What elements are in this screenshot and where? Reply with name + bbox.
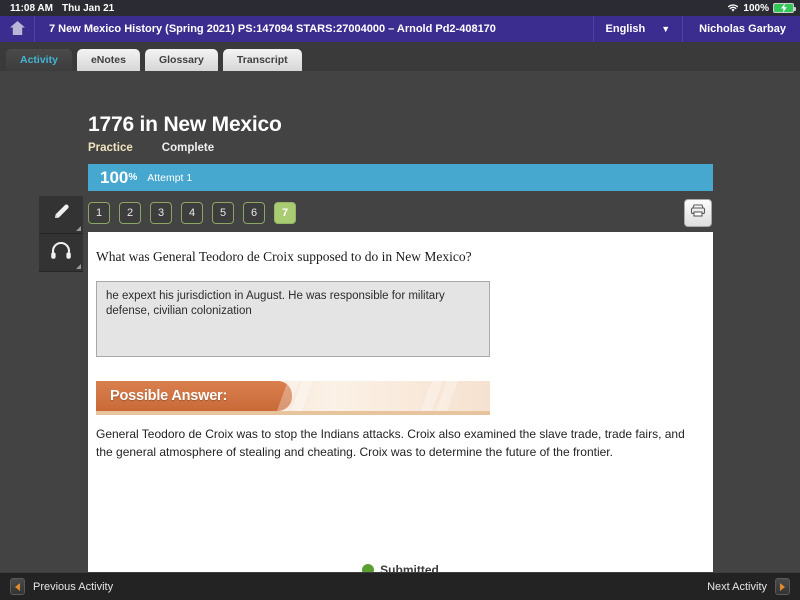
percent-symbol: % — [128, 172, 138, 183]
question-prompt: What was General Teodoro de Croix suppos… — [96, 249, 472, 264]
tab-activity[interactable]: Activity — [6, 49, 72, 71]
headphones-icon — [49, 240, 73, 265]
course-title: 7 New Mexico History (Spring 2021) PS:14… — [49, 23, 496, 35]
question-button-1[interactable]: 1 — [88, 202, 110, 224]
score-progress-bar: 100% Attempt 1 — [88, 164, 713, 191]
tab-glossary[interactable]: Glossary — [144, 49, 218, 71]
home-icon — [9, 20, 26, 39]
submitted-label: Submitted — [380, 563, 439, 572]
tab-transcript-label: Transcript — [236, 54, 288, 66]
previous-activity-button[interactable]: Previous Activity — [10, 578, 113, 595]
tab-strip: Activity eNotes Glossary Transcript — [0, 42, 800, 71]
ios-status-bar: 11:08 AM Thu Jan 21 100% — [0, 0, 800, 16]
tab-enotes-label: eNotes — [90, 54, 126, 66]
question-button-3-label: 3 — [157, 207, 165, 219]
status-bar-date: Thu Jan 21 — [61, 2, 115, 14]
chevron-down-icon: ▼ — [661, 24, 671, 34]
possible-answer-text: General Teodoro de Croix was to stop the… — [96, 427, 685, 459]
home-button[interactable] — [0, 16, 35, 42]
submission-status: Submitted — [88, 563, 713, 572]
printer-icon — [690, 203, 706, 223]
question-button-3[interactable]: 3 — [150, 202, 172, 224]
previous-activity-label: Previous Activity — [33, 580, 114, 593]
question-button-7[interactable]: 7 — [274, 202, 296, 224]
battery-charging-icon — [773, 3, 796, 13]
tab-transcript[interactable]: Transcript — [222, 49, 302, 71]
highlighter-tool-button[interactable] — [39, 196, 83, 234]
tool-rail — [39, 196, 83, 272]
question-button-2-label: 2 — [126, 207, 134, 219]
question-button-6-label: 6 — [250, 207, 258, 219]
question-content-card: What was General Teodoro de Croix suppos… — [88, 232, 713, 572]
question-button-5-label: 5 — [219, 207, 227, 219]
next-activity-label: Next Activity — [707, 580, 767, 593]
activity-stage: 1776 in New Mexico Practice Complete 100… — [0, 71, 800, 572]
activity-meta: Practice Complete — [88, 142, 214, 154]
app-header: 7 New Mexico History (Spring 2021) PS:14… — [0, 16, 800, 42]
question-button-4[interactable]: 4 — [181, 202, 203, 224]
bottom-navigation-bar: Previous Activity Next Activity — [0, 572, 800, 600]
question-button-6[interactable]: 6 — [243, 202, 265, 224]
possible-answer-banner: Possible Answer: — [96, 381, 490, 411]
arrow-right-icon — [775, 578, 790, 595]
tab-enotes[interactable]: eNotes — [76, 49, 140, 71]
question-button-5[interactable]: 5 — [212, 202, 234, 224]
battery-percent-label: 100% — [743, 2, 769, 14]
header-right-group: English ▼ Nicholas Garbay — [592, 16, 800, 42]
banner-underline — [96, 411, 490, 415]
attempt-label: Attempt 1 — [147, 171, 193, 184]
activity-status-label: Complete — [161, 142, 215, 154]
tab-glossary-label: Glossary — [158, 54, 204, 66]
audio-tool-button[interactable] — [39, 234, 83, 272]
tab-activity-label: Activity — [20, 54, 58, 66]
question-number-nav: 1 2 3 4 5 6 7 — [88, 202, 296, 224]
page-title: 1776 in New Mexico — [88, 113, 282, 136]
arrow-left-icon — [10, 578, 25, 595]
language-label: English — [605, 23, 646, 35]
next-activity-button[interactable]: Next Activity — [707, 578, 790, 595]
user-name-label[interactable]: Nicholas Garbay — [683, 23, 800, 35]
language-selector[interactable]: English ▼ — [592, 16, 684, 42]
score-value: 100 — [100, 167, 129, 187]
status-bar-time: 11:08 AM — [10, 2, 53, 14]
print-button[interactable] — [684, 199, 712, 227]
status-bar-indicators: 100% — [727, 2, 796, 14]
status-badge-icon — [362, 564, 375, 572]
question-button-4-label: 4 — [188, 207, 196, 219]
question-button-1-label: 1 — [95, 207, 103, 219]
activity-mode-label: Practice — [88, 142, 133, 154]
question-button-2[interactable]: 2 — [119, 202, 141, 224]
wifi-icon — [727, 3, 739, 13]
question-button-7-label: 7 — [281, 207, 289, 219]
student-answer-field[interactable]: he expext his jurisdiction in August. He… — [96, 281, 490, 357]
possible-answer-label: Possible Answer: — [110, 388, 228, 404]
pencil-icon — [50, 201, 72, 228]
